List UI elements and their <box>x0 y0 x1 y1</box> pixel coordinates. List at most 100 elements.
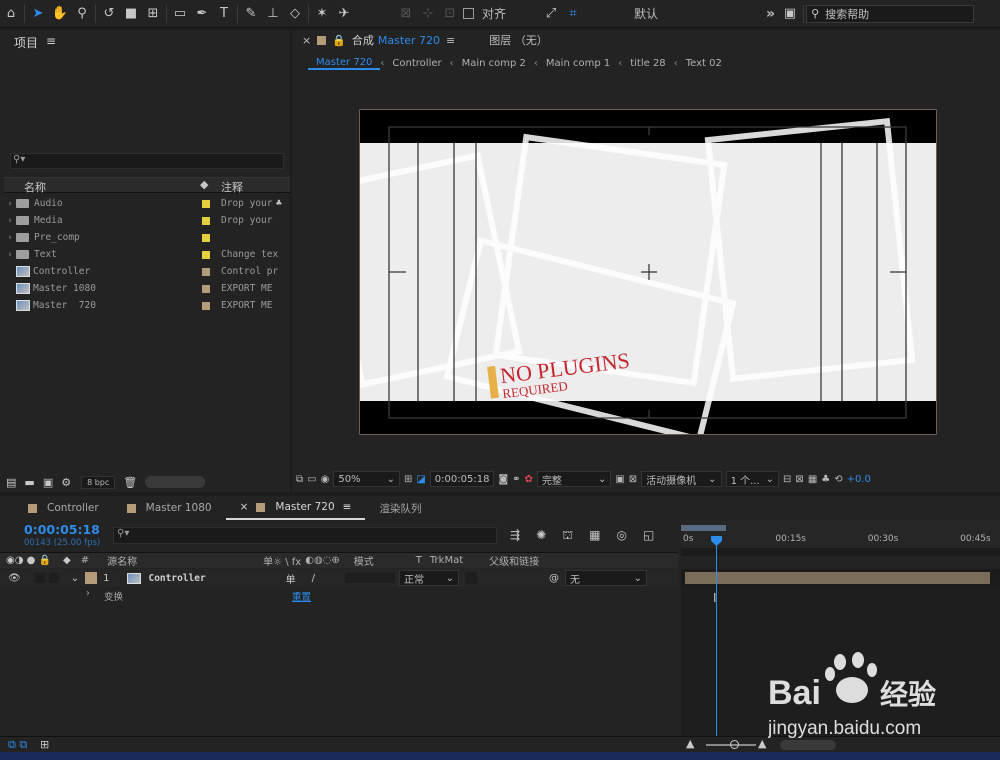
hand-tool-icon[interactable]: ✋ <box>49 3 71 25</box>
pan-behind-tool-icon[interactable]: ⊞ <box>142 3 164 25</box>
panel-menu-icon[interactable]: ≡ <box>46 34 56 51</box>
type-tool-icon[interactable]: T <box>213 3 235 25</box>
flowchart-icon[interactable]: ♣ <box>821 474 830 485</box>
column-trkmat-header[interactable]: TrkMat <box>430 555 463 566</box>
viewer-timecode[interactable]: 0:00:05:18 <box>429 471 495 487</box>
snapping-checkbox[interactable] <box>463 8 474 19</box>
show-snapshot-icon[interactable]: ⚭ <box>512 474 520 485</box>
project-item[interactable]: Master 720 EXPORT ME <box>4 297 290 314</box>
camera-dropdown[interactable]: 活动摄像机 ⌄ <box>641 471 722 487</box>
layer-row-controller[interactable]: 👁 ⌄ 1 Controller 单 / 正常 ⌄ @ 无 ⌄ <box>0 569 678 587</box>
solo-box[interactable] <box>34 573 45 583</box>
zoom-out-icon[interactable]: ▲ <box>686 737 694 750</box>
chevron-right-icon[interactable]: › <box>4 199 16 209</box>
layer-switches-toggle-icon[interactable]: ⧉ ⧉ <box>8 738 27 752</box>
project-item[interactable]: › Pre_comp <box>4 229 290 246</box>
breadcrumb-item[interactable]: Text 02 <box>678 58 730 69</box>
brush-tool-icon[interactable]: ✎ <box>240 3 262 25</box>
workspace-overflow-button[interactable]: » <box>762 6 779 22</box>
zoom-tool-icon[interactable]: ⚲ <box>71 3 93 25</box>
close-icon[interactable]: × <box>240 501 249 513</box>
transform-label[interactable]: 变换 <box>104 589 123 603</box>
rectangle-tool-icon[interactable]: ▭ <box>169 3 191 25</box>
parent-dropdown[interactable]: 无 ⌄ <box>565 570 648 586</box>
fit-icon[interactable]: ⊞ <box>404 474 412 485</box>
graph-editor-icon[interactable]: ◱ <box>643 528 654 544</box>
interpret-footage-icon[interactable]: ▤ <box>6 476 16 489</box>
work-area-bar[interactable] <box>681 525 726 531</box>
timeline-icon[interactable]: ▦ <box>808 474 817 485</box>
label-color-swatch[interactable] <box>202 284 210 293</box>
close-icon[interactable]: × <box>302 34 311 47</box>
new-composition-icon[interactable]: ▣ <box>43 476 53 489</box>
current-time-indicator[interactable] <box>711 536 723 736</box>
project-item[interactable]: › Text Change tex <box>4 246 290 263</box>
lock-icon[interactable]: 🔒 <box>332 34 346 47</box>
reset-exposure-icon[interactable]: ⟲ <box>834 474 842 485</box>
project-item[interactable]: Controller Control pr <box>4 263 290 280</box>
timeline-tab[interactable]: × Master 720 ≡ <box>225 496 366 520</box>
transform-reset-link[interactable]: 重置 <box>292 589 311 603</box>
layer-switch-quality-icon[interactable]: / <box>312 573 315 584</box>
label-color-swatch[interactable] <box>202 301 210 310</box>
render-icon[interactable]: ⊠ <box>795 474 803 485</box>
timeline-tab[interactable]: Master 1080 <box>113 496 226 520</box>
puppet-pin-tool-icon[interactable]: ✈ <box>333 3 355 25</box>
toggle-layout-icon[interactable]: ⊟ <box>783 474 791 485</box>
label-color-swatch[interactable] <box>202 233 210 242</box>
bpc-badge[interactable]: 8 bpc <box>81 475 116 489</box>
trkmat-box[interactable] <box>465 572 478 584</box>
lock-box[interactable] <box>48 573 59 583</box>
transparency-grid-icon[interactable]: ▣ <box>615 474 624 485</box>
composition-flowchart-icon[interactable]: ⇶ <box>510 528 520 544</box>
chevron-right-icon[interactable]: › <box>4 216 16 226</box>
chevron-right-icon[interactable]: › <box>86 588 90 599</box>
timeline-tab[interactable]: Controller <box>14 496 113 520</box>
layer-name[interactable]: Controller <box>148 573 205 584</box>
project-item[interactable]: › Audio Drop your ♣ <box>4 195 290 212</box>
layer-switch-boxes[interactable] <box>345 573 396 583</box>
mask-visibility-icon[interactable]: ◉ <box>321 474 330 485</box>
eraser-tool-icon[interactable]: ◇ <box>284 3 306 25</box>
resolution-dropdown[interactable]: 完整 ⌄ <box>536 471 612 487</box>
breadcrumb-item[interactable]: Main comp 2 <box>454 58 534 69</box>
chevron-down-icon[interactable]: ⌄ <box>71 573 79 584</box>
rotate-tool-icon[interactable]: ↺ <box>98 3 120 25</box>
snapping-toggle[interactable]: 对齐 <box>463 5 510 22</box>
zoom-slider-thumb[interactable] <box>730 740 739 749</box>
expand-icon[interactable]: ⤢ <box>540 3 562 25</box>
flowchart-icon[interactable]: ♣ <box>276 198 282 209</box>
timeline-tab[interactable]: 渲染队列 <box>365 496 435 520</box>
composition-canvas[interactable]: NO PLUGINS REQUIRED <box>359 109 937 435</box>
search-help-field[interactable]: ⚲ 搜索帮助 <box>806 4 975 23</box>
label-color-swatch[interactable] <box>202 250 210 259</box>
chevron-right-icon[interactable]: › <box>4 233 16 243</box>
always-preview-icon[interactable]: ⧉ <box>296 474 303 485</box>
column-mode-header[interactable]: 模式 <box>354 553 374 568</box>
view-axis-icon[interactable]: ⊡ <box>439 3 461 25</box>
motion-blur-icon[interactable]: ◎ <box>617 528 627 544</box>
camera-tool-icon[interactable]: ■ <box>120 3 142 25</box>
label-color-swatch[interactable] <box>202 199 210 208</box>
ruler-scrub-bar[interactable] <box>681 548 1000 556</box>
column-parent-header[interactable]: 父级和链接 <box>489 553 539 568</box>
delete-icon[interactable]: 🗑 <box>123 476 137 489</box>
sync-settings-icon[interactable]: ▣ <box>779 3 801 25</box>
project-item[interactable]: Master 1080 EXPORT ME <box>4 280 290 297</box>
label-tag-icon[interactable]: ◆ <box>200 178 208 191</box>
timeline-timecode[interactable]: 0:00:05:18 <box>24 522 100 537</box>
3d-view-icon[interactable]: ⊠ <box>629 474 637 485</box>
panel-menu-icon[interactable]: ≡ <box>446 34 455 47</box>
layer-duration-bar[interactable] <box>685 572 990 584</box>
channel-icon[interactable]: ✿ <box>525 474 533 485</box>
timeline-search-input[interactable]: ⚲▾ <box>113 527 497 544</box>
exposure-value[interactable]: +0.0 <box>847 474 871 485</box>
local-axis-icon[interactable]: ⊠ <box>395 3 417 25</box>
column-source-name-header[interactable]: 源名称 <box>107 553 137 568</box>
clone-stamp-tool-icon[interactable]: ⊥ <box>262 3 284 25</box>
chevron-right-icon[interactable]: › <box>4 250 16 260</box>
pickwhip-icon[interactable]: @ <box>549 573 559 584</box>
pen-tool-icon[interactable]: ✒ <box>191 3 213 25</box>
breadcrumb-item[interactable]: Controller <box>384 58 449 69</box>
new-folder-icon[interactable]: ▬ <box>24 476 34 489</box>
